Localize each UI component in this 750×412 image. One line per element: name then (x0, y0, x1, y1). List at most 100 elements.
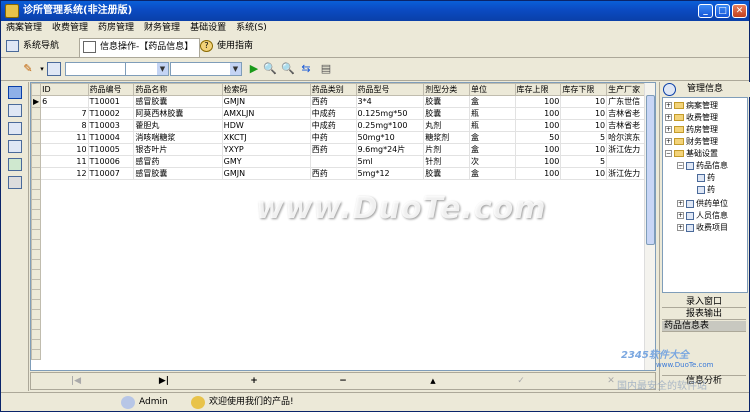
table-cell[interactable]: 11 (40, 131, 89, 144)
menu-item[interactable]: 收费管理 (47, 21, 93, 36)
table-cell[interactable]: 胶囊 (423, 107, 471, 120)
table-cell[interactable]: 100 (514, 107, 562, 120)
table-cell[interactable] (309, 155, 357, 168)
table-cell[interactable]: 3*4 (355, 95, 425, 108)
table-cell[interactable]: 50 (514, 131, 562, 144)
table-cell[interactable]: 胶囊 (423, 95, 471, 108)
add-record-button[interactable]: + (244, 375, 264, 388)
table-cell[interactable]: 糖浆剂 (423, 131, 471, 144)
minimize-button[interactable]: _ (698, 4, 713, 18)
tree-item[interactable]: + 收费项目 (677, 223, 728, 233)
table-cell[interactable]: 中药 (309, 131, 357, 144)
table-cell[interactable]: GMJN (221, 95, 311, 108)
table-row[interactable]: 11 T10006 感冒药 GMY 5ml 针剂次 100 5 (31, 155, 655, 168)
table-cell[interactable]: 盒 (469, 131, 516, 144)
table-cell[interactable]: 针剂 (423, 155, 471, 168)
table-row[interactable]: 10 T10005 银杏叶片 YXYP 西药 9.6mg*24片 片剂盒 100 10 浙江佐力 (31, 143, 655, 156)
scroll-thumb[interactable] (646, 95, 655, 245)
table-cell[interactable]: GMJN (221, 167, 311, 180)
column-header[interactable]: 库存下限 (560, 83, 608, 96)
table-cell[interactable]: 6 (40, 95, 89, 108)
column-header[interactable]: 库存上限 (514, 83, 562, 96)
table-cell[interactable]: 10 (40, 143, 89, 156)
tree-item[interactable]: 药 (697, 185, 715, 195)
first-record-button[interactable]: |◀ (66, 375, 86, 388)
tab-system-nav[interactable]: 系统导航 (3, 38, 65, 57)
table-cell[interactable]: 10 (560, 95, 608, 108)
tree-view-icon[interactable] (8, 104, 22, 117)
expand-icon[interactable]: + (677, 224, 684, 231)
table-cell[interactable]: T10002 (87, 107, 135, 120)
table-cell[interactable]: 100 (514, 167, 562, 180)
table-cell[interactable]: 10 (560, 107, 608, 120)
column-header[interactable]: 单位 (469, 83, 516, 96)
table-cell[interactable]: GMY (221, 155, 311, 168)
table-cell[interactable]: 10 (560, 119, 608, 132)
table-cell[interactable]: 胶囊 (423, 167, 471, 180)
table-cell[interactable]: 片剂 (423, 143, 471, 156)
search-all-icon[interactable]: 🔍 (281, 62, 295, 76)
table-cell[interactable]: 10 (560, 143, 608, 156)
value-input[interactable]: ▼ (170, 62, 242, 76)
tab-user-guide[interactable]: ? 使用指南 (197, 38, 259, 57)
table-cell[interactable]: T10003 (87, 119, 135, 132)
expand-icon[interactable]: + (677, 200, 684, 207)
column-header[interactable]: 药品型号 (355, 83, 425, 96)
table-cell[interactable]: 7 (40, 107, 89, 120)
menu-item[interactable]: 病案管理 (1, 21, 47, 36)
expand-icon[interactable]: + (677, 212, 684, 219)
tree-item[interactable]: + 财务管理 (665, 137, 718, 147)
table-cell[interactable]: 银杏叶片 (133, 143, 223, 156)
table-row[interactable]: 7 T10002 阿莫西林胶囊 AMXLJN 中成药 0.125mg*50 胶囊瓶 100 10… (31, 107, 655, 120)
play-icon[interactable]: ▶ (247, 62, 261, 76)
column-header[interactable]: 药品类别 (309, 83, 357, 96)
menu-item[interactable]: 基础设置 (185, 21, 231, 36)
delete-icon[interactable] (8, 176, 22, 189)
table-cell[interactable]: 0.25mg*100 (355, 119, 425, 132)
table-cell[interactable]: T10005 (87, 143, 135, 156)
entry-window-button[interactable]: 录入窗口 (662, 297, 746, 308)
table-cell[interactable]: 西药 (309, 167, 357, 180)
collapse-tree-icon[interactable]: − (665, 150, 672, 157)
row-indicator[interactable] (31, 107, 42, 120)
table-cell[interactable]: 5 (560, 155, 608, 168)
row-indicator[interactable]: ▶ (31, 95, 42, 108)
expand-icon[interactable]: + (665, 138, 672, 145)
close-button[interactable]: ✕ (732, 4, 747, 18)
search-icon[interactable]: 🔍 (263, 62, 277, 76)
table-cell[interactable]: 0.125mg*50 (355, 107, 425, 120)
table-cell[interactable]: 中成药 (309, 119, 357, 132)
table-row[interactable]: 12 T10007 感冒胶囊 GMJN 西药 5mg*12 胶囊盒 100 10 浙江佐力 (31, 167, 655, 180)
table-row[interactable]: 11 T10004 消咳喘糖浆 XKCTJ 中药 50mg*10 糖浆剂盒 50 5 哈尔滨东 (31, 131, 655, 144)
table-cell[interactable]: 11 (40, 155, 89, 168)
operator-select[interactable]: ▼ (125, 62, 169, 76)
grid-view-icon[interactable] (8, 86, 22, 99)
tree-item[interactable]: 药 (697, 173, 715, 183)
row-indicator[interactable] (31, 143, 42, 156)
chart-icon[interactable] (8, 158, 22, 171)
refresh-icon[interactable]: ⇆ (299, 62, 313, 76)
column-header[interactable]: 剂型分类 (423, 83, 471, 96)
table-cell[interactable]: YXYP (221, 143, 311, 156)
expand-icon[interactable]: + (665, 114, 672, 121)
table-cell[interactable]: 藿胆丸 (133, 119, 223, 132)
row-indicator[interactable] (31, 119, 42, 132)
table-cell[interactable]: 次 (469, 155, 516, 168)
table-cell[interactable]: 5ml (355, 155, 425, 168)
table-cell[interactable]: 10 (560, 167, 608, 180)
print-icon[interactable]: ▤ (319, 62, 333, 76)
tree-item[interactable]: + 药房管理 (665, 125, 718, 135)
table-cell[interactable]: 8 (40, 119, 89, 132)
collapse-icon[interactable] (663, 83, 676, 96)
row-indicator[interactable] (31, 131, 42, 144)
expand-icon[interactable]: + (665, 102, 672, 109)
row-indicator[interactable] (31, 167, 42, 180)
column-header[interactable]: 药品编号 (87, 83, 135, 96)
column-header[interactable]: 药品名称 (133, 83, 223, 96)
table-cell[interactable]: 盒 (469, 95, 516, 108)
table-cell[interactable]: 感冒药 (133, 155, 223, 168)
tree-item[interactable]: − 药品信息 (677, 161, 728, 171)
report-output-button[interactable]: 报表输出 (662, 309, 746, 320)
menu-item[interactable]: 系统(S) (231, 21, 272, 36)
table-cell[interactable]: T10006 (87, 155, 135, 168)
